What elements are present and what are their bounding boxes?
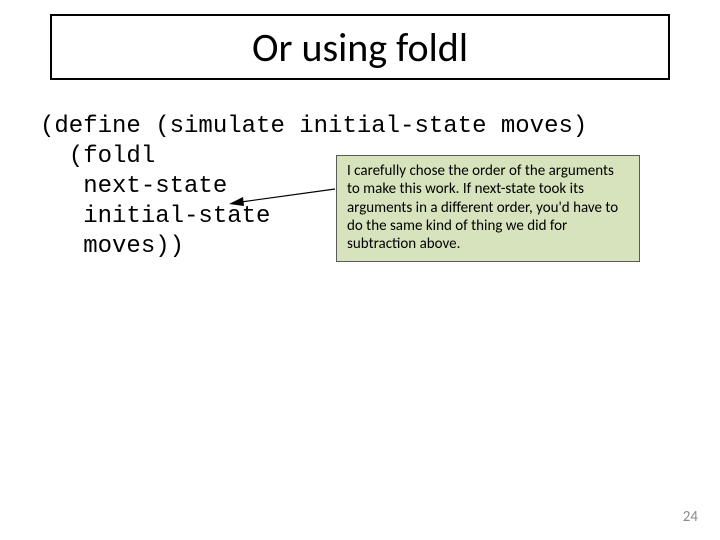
slide-title: Or using foldl <box>252 23 468 72</box>
callout-note: I carefully chose the order of the argum… <box>336 155 640 262</box>
title-box: Or using foldl <box>50 14 670 80</box>
page-number: 24 <box>683 508 698 526</box>
